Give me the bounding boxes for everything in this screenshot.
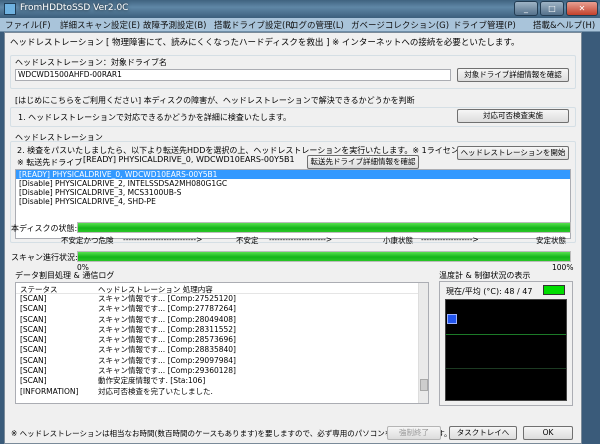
dialog-title: ヘッドレストレーション [ 物理障害にて、読みにくくなったハードディスクを救出 …	[10, 38, 520, 48]
log-row[interactable]: [SCAN] スキャン情報です... [Comp:27525120]	[16, 294, 428, 304]
log-header: ステータス ヘッドレストレーション 処理内容	[16, 283, 428, 294]
log-content-cell: スキャン情報です... [Comp:28573696]	[98, 335, 236, 345]
scan-max-label: 100%	[552, 263, 574, 272]
log-scroll-thumb[interactable]	[420, 379, 428, 391]
scale-arrow: --------------------->	[269, 235, 333, 244]
log-content-cell: 動作安定度情報です. [Sta:106]	[98, 376, 206, 386]
log-row[interactable]: [INFORMATION] 対応可否検査を完了いたしました.	[16, 387, 428, 397]
title-bar[interactable]: FromHDDtoSSD Ver2.0C _ □ ✕	[0, 0, 600, 18]
scan-progress-fill	[78, 252, 570, 261]
graph-marker	[447, 314, 457, 324]
log-row[interactable]: [SCAN] スキャン情報です... [Comp:29097984]	[16, 356, 428, 366]
log-status-cell: [INFORMATION]	[20, 386, 79, 396]
log-status-cell: [SCAN]	[20, 304, 47, 314]
log-content-cell: スキャン情報です... [Comp:28049408]	[98, 314, 236, 324]
menu-file[interactable]: ファイル(F)	[5, 19, 51, 31]
log-content-cell: スキャン情報です... [Comp:27525120]	[98, 294, 236, 303]
menu-drive-settings[interactable]: 搭載ドライブ設定(R)	[214, 19, 295, 31]
target-drive-label: ヘッドレストレーション：対象ドライブ名	[15, 58, 167, 67]
log-rows: [SCAN] スキャン情報です... [Comp:27525120] [SCAN] ス…	[16, 294, 428, 397]
drive-list-item[interactable]: [Disable] PHYSICALDRIVE_3, MCS3100UB-S	[16, 188, 570, 197]
log-row[interactable]: [SCAN] スキャン情報です... [Comp:28573696]	[16, 335, 428, 345]
thermo-section-label: 温度計 & 制御状況の表示	[439, 271, 531, 280]
menu-failure-prediction[interactable]: 故障予測設定(B)	[143, 19, 206, 31]
graph-grid-line	[446, 368, 566, 369]
temperature-readout: 現在/平均 (°C): 48 / 47	[446, 287, 533, 296]
log-status-cell: [SCAN]	[20, 345, 47, 355]
log-content-cell: スキャン情報です... [Comp:29360128]	[98, 366, 236, 376]
menu-detail-scan[interactable]: 詳細スキャン設定(E)	[60, 19, 140, 31]
menu-garbage-collection[interactable]: ガベージコレクション(G)	[351, 19, 449, 31]
log-status-cell: [SCAN]	[20, 366, 47, 376]
log-row[interactable]: [SCAN] スキャン情報です... [Comp:28311552]	[16, 325, 428, 335]
menu-bar: ファイル(F) 詳細スキャン設定(E) 故障予測設定(B) 搭載ドライブ設定(R…	[0, 18, 600, 32]
log-scrollbar[interactable]	[418, 283, 428, 403]
disk-state-fill	[78, 223, 570, 232]
scale-arrow: ------------------->	[421, 235, 479, 244]
log-row[interactable]: [SCAN] スキャン情報です... [Comp:28835840]	[16, 345, 428, 355]
target-drive-field[interactable]: WDCWD1500AHFD-00RAR1	[15, 69, 451, 81]
destination-drive-detail-button[interactable]: 転送先ドライブ詳細情報を確認	[307, 155, 419, 169]
temperature-graph	[445, 299, 567, 401]
log-content-cell: 対応可否検査を完了いたしました.	[98, 386, 213, 396]
target-drive-detail-button[interactable]: 対象ドライブ詳細情報を確認	[457, 68, 569, 82]
close-button[interactable]: ✕	[566, 1, 598, 16]
scale-calm: 小康状態	[383, 236, 413, 245]
maximize-button[interactable]: □	[540, 1, 564, 16]
log-status-cell: [SCAN]	[20, 355, 47, 365]
log-status-cell: [SCAN]	[20, 324, 47, 334]
log-content-cell: スキャン情報です... [Comp:28835840]	[98, 345, 236, 355]
temperature-indicator	[543, 285, 565, 295]
head-restoration-dialog: ヘッドレストレーション [ 物理障害にて、読みにくくなったハードディスクを救出 …	[4, 32, 582, 444]
scale-unstable-danger: 不安定かつ危険	[61, 236, 114, 245]
menu-help[interactable]: 搭載&ヘルプ(H)	[533, 19, 595, 31]
log-row[interactable]: [SCAN] スキャン情報です... [Comp:27787264]	[16, 304, 428, 314]
scale-unstable: 不安定	[236, 236, 259, 245]
log-status-cell: [SCAN]	[20, 335, 47, 345]
check-compatibility-button[interactable]: 対応可否検査実施	[457, 109, 569, 123]
scale-stable: 安定状態	[536, 236, 566, 245]
log-status-cell: [SCAN]	[20, 294, 47, 303]
intro-text: [はじめにこちらをご利用ください] 本ディスクの障害が、ヘッドレストレーションで…	[15, 96, 415, 105]
log-status-cell: [SCAN]	[20, 314, 47, 324]
log-content-cell: スキャン情報です... [Comp:27787264]	[98, 304, 236, 314]
window-title: FromHDDtoSSD Ver2.0C	[20, 3, 129, 13]
thermometer-panel: 現在/平均 (°C): 48 / 47	[439, 281, 573, 406]
log-content-cell: スキャン情報です... [Comp:28311552]	[98, 324, 236, 334]
scan-progress-label: スキャン進行状況:	[11, 253, 78, 262]
app-icon	[4, 3, 16, 15]
destination-drive-label: ※ 転送先ドライブ	[17, 158, 83, 167]
force-stop-button[interactable]: 強制終了	[387, 426, 441, 440]
ok-button[interactable]: OK	[523, 426, 573, 440]
drive-list-item[interactable]: [READY] PHYSICALDRIVE_0, WDCWD10EARS-00Y…	[16, 170, 570, 179]
disk-state-label: 本ディスクの状態:	[11, 224, 78, 233]
footer-note: ※ ヘッドレストレーションは相当なお時間(数百時間のケースもあります)を要します…	[11, 429, 452, 438]
log-row[interactable]: [SCAN] 動作安定度情報です. [Sta:106]	[16, 376, 428, 386]
disk-state-bar	[77, 222, 571, 233]
log-row[interactable]: [SCAN] スキャン情報です... [Comp:29360128]	[16, 366, 428, 376]
log-status-cell: [SCAN]	[20, 376, 47, 386]
log-row[interactable]: [SCAN] スキャン情報です... [Comp:28049408]	[16, 315, 428, 325]
log-section-label: データ割目処理 & 通信ログ	[15, 271, 115, 280]
scan-progress-bar	[77, 251, 571, 262]
log-list[interactable]: ステータス ヘッドレストレーション 処理内容 [SCAN] スキャン情報です...…	[15, 282, 429, 404]
destination-drive-value: [READY] PHYSICALDRIVE_0, WDCWD10EARS-00Y…	[83, 155, 295, 164]
drive-list-item[interactable]: [Disable] PHYSICALDRIVE_2, INTELSSDSA2MH…	[16, 179, 570, 188]
menu-drive-management[interactable]: ドライブ管理(P)	[453, 19, 516, 31]
start-restoration-button[interactable]: ヘッドレストレーションを開始	[457, 146, 569, 160]
drive-list-item[interactable]: [Disable] PHYSICALDRIVE_4, SHD-PE	[16, 197, 570, 206]
to-tasktray-button[interactable]: タスクトレイへ	[449, 426, 517, 440]
menu-log[interactable]: ログの管理(L)	[290, 19, 344, 31]
step1-text: 1. ヘッドレストレーションで対応できるかどうかを詳細に検査いたします。	[18, 113, 292, 122]
scale-arrow: --------------------------->	[123, 235, 203, 244]
minimize-button[interactable]: _	[514, 1, 538, 16]
log-content-cell: スキャン情報です... [Comp:29097984]	[98, 355, 236, 365]
graph-threshold-line	[446, 334, 566, 335]
